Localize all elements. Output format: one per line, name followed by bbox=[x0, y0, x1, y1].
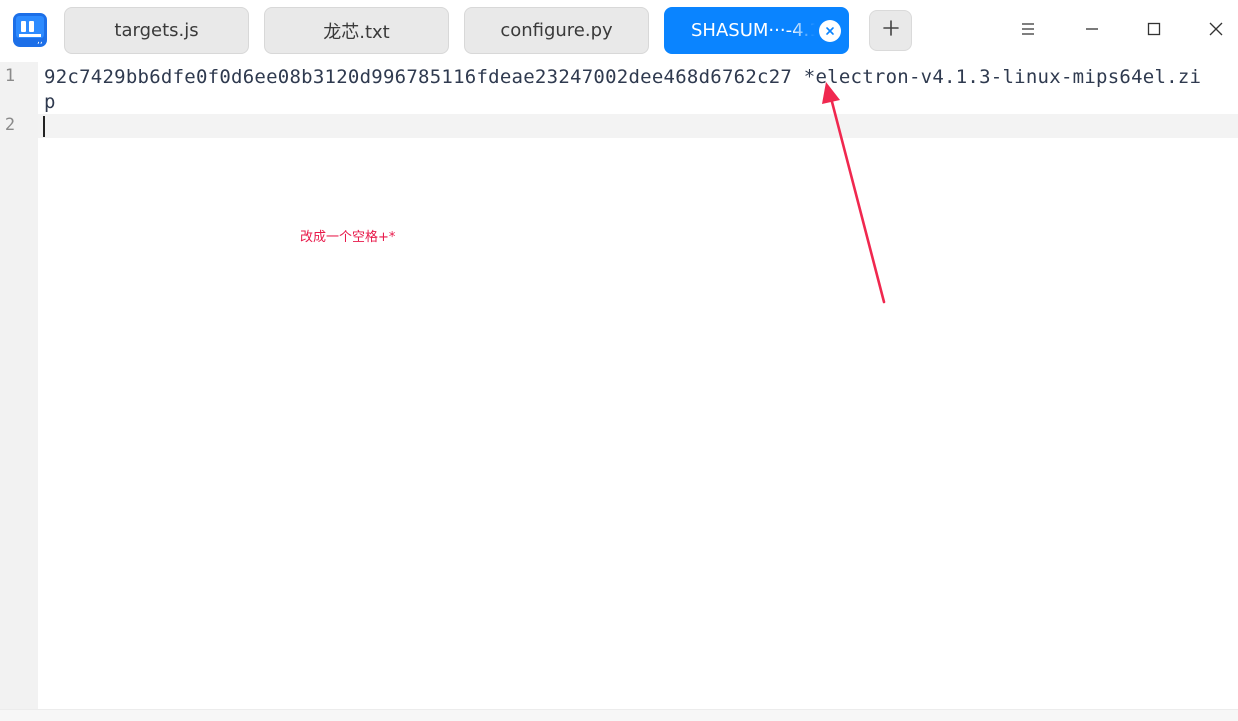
tab-label: configure.py bbox=[500, 20, 613, 41]
tab-longxin-txt[interactable]: 龙芯.txt bbox=[264, 7, 449, 54]
maximize-button[interactable] bbox=[1137, 14, 1171, 48]
current-line-highlight bbox=[38, 114, 1238, 138]
tab-targets-js[interactable]: targets.js bbox=[64, 7, 249, 54]
tab-label: SHASUM···-4.1.3 bbox=[691, 20, 815, 41]
code-line-wrapped[interactable]: p bbox=[44, 91, 56, 113]
maximize-icon bbox=[1146, 21, 1162, 42]
text-editor-app-icon: ,, bbox=[13, 13, 47, 47]
close-icon[interactable] bbox=[819, 20, 841, 42]
close-window-button[interactable] bbox=[1199, 14, 1233, 48]
plus-icon bbox=[882, 19, 900, 42]
tab-label: 龙芯.txt bbox=[323, 21, 390, 43]
editor-window: ,, targets.js 龙芯.txt configure.py SHASUM… bbox=[0, 0, 1238, 721]
hamburger-menu-icon bbox=[1020, 22, 1036, 41]
text-caret bbox=[43, 116, 45, 137]
text-editor-area[interactable] bbox=[38, 62, 1238, 709]
line-number: 1 bbox=[4, 66, 16, 86]
code-line[interactable]: 92c7429bb6dfe0f0d6ee08b3120d996785116fde… bbox=[44, 66, 1201, 88]
line-number-gutter bbox=[0, 62, 38, 709]
status-bar bbox=[0, 709, 1238, 721]
close-icon bbox=[1208, 21, 1224, 42]
line-number: 2 bbox=[4, 115, 16, 135]
tab-label: targets.js bbox=[114, 20, 199, 41]
tab-configure-py[interactable]: configure.py bbox=[464, 7, 649, 54]
tab-shasum[interactable]: SHASUM···-4.1.3 bbox=[664, 7, 849, 54]
minimize-button[interactable] bbox=[1075, 14, 1109, 48]
add-tab-button[interactable] bbox=[869, 10, 912, 51]
annotation-text: 改成一个空格+* bbox=[300, 230, 396, 245]
minimize-icon bbox=[1084, 22, 1100, 41]
svg-text:,,: ,, bbox=[37, 36, 43, 46]
title-bar: ,, targets.js 龙芯.txt configure.py SHASUM… bbox=[0, 0, 1238, 62]
menu-button[interactable] bbox=[1011, 14, 1045, 48]
